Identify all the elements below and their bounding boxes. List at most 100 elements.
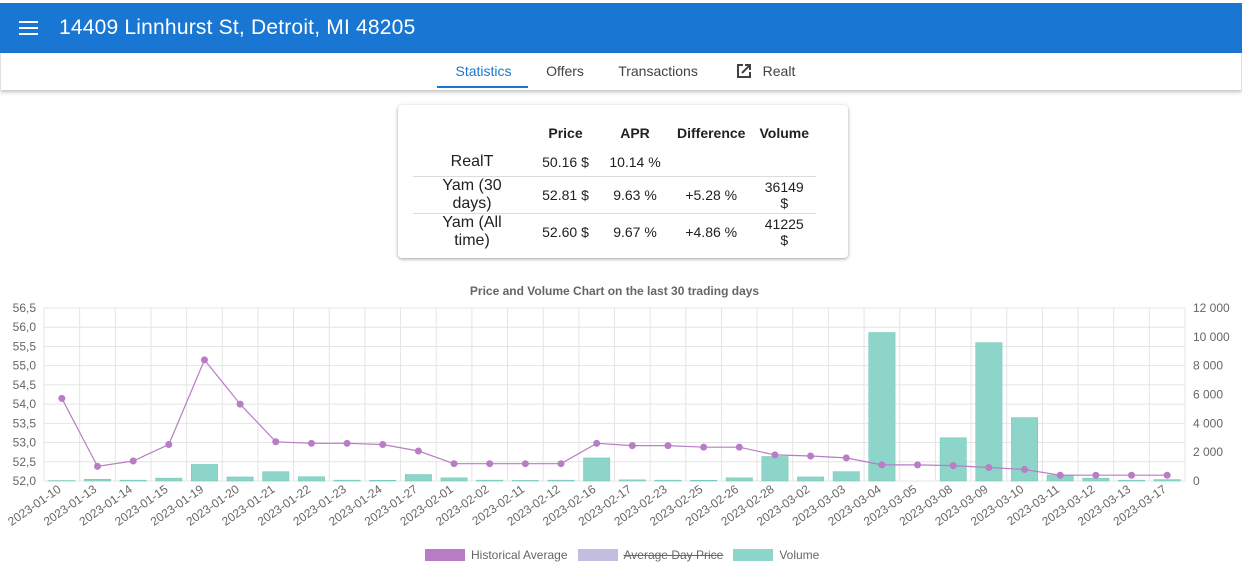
y-left-tick-label: 55,0 (13, 359, 37, 373)
column-header-price: Price (548, 125, 583, 141)
volume-cell: 41225 $ (752, 213, 816, 250)
difference-cell: +5.28 % (670, 176, 753, 214)
volume-cell: 36149 $ (752, 176, 816, 214)
volume-bar (404, 474, 432, 482)
historical-average-point (1021, 465, 1029, 473)
legend-volume[interactable]: Volume (733, 548, 819, 562)
statistics-table: Price APR Difference Volume RealT 50.16 … (413, 119, 816, 250)
app-bar: 14409 Linnhurst St, Detroit, MI 48205 (0, 0, 1242, 53)
historical-average-point (557, 460, 565, 468)
volume-bar (832, 471, 860, 482)
table-header-row: Price APR Difference Volume (413, 119, 816, 147)
historical-average-point (949, 462, 957, 470)
historical-average-point (700, 443, 708, 451)
volume-bar (939, 437, 967, 482)
historical-average-point (58, 394, 66, 402)
column-header-volume: Volume (759, 125, 809, 141)
apr-cell: 9.67 % (600, 213, 670, 250)
volume-bar (476, 479, 504, 482)
historical-average-point (165, 440, 173, 448)
historical-average-point (1092, 471, 1100, 479)
historical-average-point (914, 461, 922, 469)
historical-average-point (521, 460, 529, 468)
historical-average-point (1163, 471, 1171, 479)
y-left-tick-label: 53,5 (13, 416, 37, 430)
volume-bar (761, 456, 789, 482)
tab-realt-label: Realt (762, 63, 796, 79)
table-row: Yam (All time) 52.60 $ 9.67 % +4.86 % 41… (413, 213, 816, 250)
volume-bar (369, 480, 397, 482)
historical-average-point (129, 457, 137, 465)
y-right-tick-label: 6 000 (1193, 388, 1223, 402)
legend-label: Average Day Price (623, 548, 724, 562)
y-left-tick-label: 55,5 (13, 339, 37, 353)
historical-average-point (379, 440, 387, 448)
y-right-tick-label: 2 000 (1193, 445, 1223, 459)
y-left-tick-label: 52,5 (13, 455, 37, 469)
y-right-tick-label: 10 000 (1193, 330, 1230, 344)
y-right-tick-label: 4 000 (1193, 416, 1223, 430)
volume-bar (583, 457, 611, 482)
legend-swatch (733, 549, 774, 561)
volume-bar (975, 342, 1003, 482)
legend-historical-average[interactable]: Historical Average (425, 548, 568, 562)
historical-average-point (272, 438, 280, 446)
tab-statistics[interactable]: Statistics (438, 53, 529, 89)
volume-bar (191, 464, 218, 482)
volume-cell (752, 147, 816, 177)
volume-bar (297, 476, 325, 482)
price-cell: 52.81 $ (531, 176, 600, 214)
historical-average-point (664, 442, 672, 450)
hamburger-menu-icon[interactable] (19, 18, 41, 38)
volume-bar (547, 479, 575, 482)
volume-bar (155, 477, 183, 482)
volume-bar (1118, 479, 1145, 482)
legend-label: Volume (779, 548, 820, 562)
historical-average-point (735, 443, 743, 451)
historical-average-point (450, 460, 458, 468)
historical-average-point (807, 452, 815, 460)
legend-average-day-price[interactable]: Average Day Price (577, 548, 724, 562)
y-left-tick-label: 54,5 (13, 378, 37, 392)
y-left-tick-label: 53,0 (13, 436, 37, 450)
volume-bar (654, 479, 682, 482)
y-left-tick-label: 56,0 (13, 320, 37, 334)
historical-average-point (771, 451, 779, 459)
historical-average-point (878, 461, 886, 469)
legend-swatch (577, 549, 618, 561)
row-label: RealT (450, 152, 494, 170)
open-in-new-icon (735, 62, 753, 80)
volume-bar (119, 479, 147, 482)
difference-cell: +4.86 % (670, 213, 753, 250)
tab-realt[interactable]: Realt (726, 53, 804, 89)
volume-bar (333, 479, 361, 482)
legend-swatch (425, 549, 465, 561)
y-left-tick-label: 52,0 (13, 474, 37, 488)
row-label: Yam (30 days) (413, 176, 531, 214)
tab-bar: Statistics Offers Transactions Realt (0, 53, 1242, 90)
statistics-card: Price APR Difference Volume RealT 50.16 … (398, 105, 848, 258)
historical-average-point (307, 439, 315, 447)
volume-bar (84, 479, 111, 482)
tab-transactions[interactable]: Transactions (605, 53, 711, 89)
historical-average-point (593, 439, 601, 447)
page-title: 14409 Linnhurst St, Detroit, MI 48205 (59, 16, 416, 39)
price-cell: 52.60 $ (531, 213, 600, 250)
tab-offers[interactable]: Offers (532, 53, 598, 89)
price-volume-chart: Price and Volume Chart on the last 30 tr… (5, 284, 1230, 529)
chart-legend: Historical Average Average Day Price Vol… (425, 548, 829, 562)
y-left-tick-label: 54,0 (13, 397, 37, 411)
historical-average-point (486, 460, 494, 468)
historical-average-point (985, 464, 993, 472)
column-header-apr: APR (620, 125, 650, 141)
volume-bar (511, 480, 539, 482)
historical-average-point (200, 356, 208, 364)
volume-bar (868, 332, 896, 482)
y-right-tick-label: 12 000 (1193, 301, 1230, 315)
historical-average-point (93, 462, 101, 470)
volume-bar (1153, 479, 1181, 482)
apr-cell: 10.14 % (609, 153, 661, 170)
chart-title: Price and Volume Chart on the last 30 tr… (470, 284, 760, 298)
volume-bar (440, 477, 468, 482)
table-row: RealT 50.16 $ 10.14 % (413, 147, 816, 177)
